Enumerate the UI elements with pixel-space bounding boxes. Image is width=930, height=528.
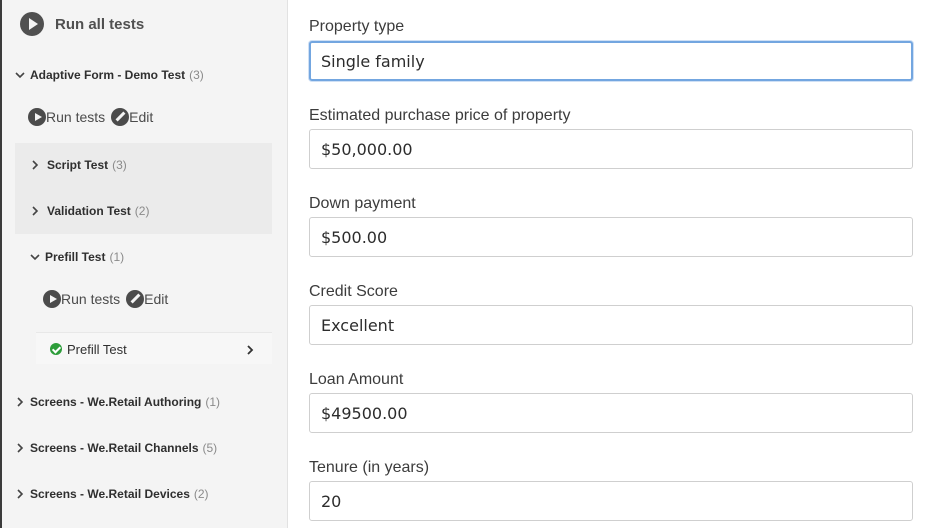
credit-score-label: Credit Score [309,283,398,300]
property-type-input[interactable] [309,41,913,81]
tenure-label: Tenure (in years) [309,459,430,476]
prefill-actions: Run tests Edit [43,289,168,309]
test-count: (1) [109,250,125,264]
window-edge [0,0,2,528]
chevron-right-icon [14,442,26,454]
loan-amount-input[interactable] [309,393,913,433]
suite-run-tests-button[interactable]: Run tests [46,109,105,125]
chevron-down-icon [29,251,41,263]
test-label: Script Test [47,158,109,172]
play-circle-icon[interactable] [43,290,61,308]
run-all-tests-button[interactable]: Run all tests [20,11,144,37]
chevron-right-icon [29,159,41,171]
prefill-edit-button[interactable]: Edit [144,291,168,307]
test-script-test[interactable]: Script Test (3) [29,157,127,173]
suite-screens-authoring[interactable]: Screens - We.Retail Authoring (1) [14,394,220,410]
chevron-right-icon[interactable] [244,344,256,356]
purchase-price-input[interactable] [309,129,913,169]
pencil-icon[interactable] [111,108,130,126]
test-case-label: Prefill Test [67,341,127,357]
suite-label: Adaptive Form - Demo Test [30,68,186,82]
suite-edit-button[interactable]: Edit [129,109,153,125]
suite-label: Screens - We.Retail Authoring [30,395,202,409]
credit-score-input[interactable] [309,305,913,345]
check-circle-icon [50,343,62,355]
test-label: Prefill Test [45,250,106,264]
down-payment-label: Down payment [309,195,416,212]
test-prefill-test[interactable]: Prefill Test (1) [29,249,124,265]
test-case-prefill-test[interactable]: Prefill Test [36,332,272,364]
suite-adaptive-form-demo-test[interactable]: Adaptive Form - Demo Test (3) [14,66,204,84]
suite-count: (3) [189,68,204,82]
test-tree-panel: Run all tests Adaptive Form - Demo Test … [0,0,288,528]
run-all-tests-label: Run all tests [55,15,145,33]
prefill-run-tests-button[interactable]: Run tests [61,291,120,307]
suite-label: Screens - We.Retail Channels [30,441,199,455]
play-circle-icon [20,12,44,36]
test-count: (2) [134,204,150,218]
suite-actions: Run tests Edit [28,107,153,127]
chevron-right-icon [29,205,41,217]
tenure-input[interactable] [309,481,913,521]
pencil-icon[interactable] [126,290,145,308]
test-count: (3) [112,158,127,172]
chevron-right-icon [14,396,26,408]
down-payment-input[interactable] [309,217,913,257]
suite-label: Screens - We.Retail Devices [30,487,190,501]
suite-count: (1) [205,395,221,409]
suite-screens-devices[interactable]: Screens - We.Retail Devices (2) [14,486,209,502]
play-circle-icon[interactable] [28,108,46,126]
test-validation-test[interactable]: Validation Test (2) [29,203,149,219]
chevron-down-icon [14,69,26,81]
test-label: Validation Test [47,204,131,218]
suite-count: (2) [193,487,209,501]
test-case-content: Prefill Test [50,341,127,357]
purchase-price-label: Estimated purchase price of property [309,107,571,124]
suite-screens-channels[interactable]: Screens - We.Retail Channels (5) [14,440,217,456]
loan-amount-label: Loan Amount [309,371,404,388]
adaptive-form-preview: Property type Estimated purchase price o… [289,0,930,528]
chevron-right-icon [14,488,26,500]
property-type-label: Property type [309,18,405,35]
suite-count: (5) [202,441,218,455]
